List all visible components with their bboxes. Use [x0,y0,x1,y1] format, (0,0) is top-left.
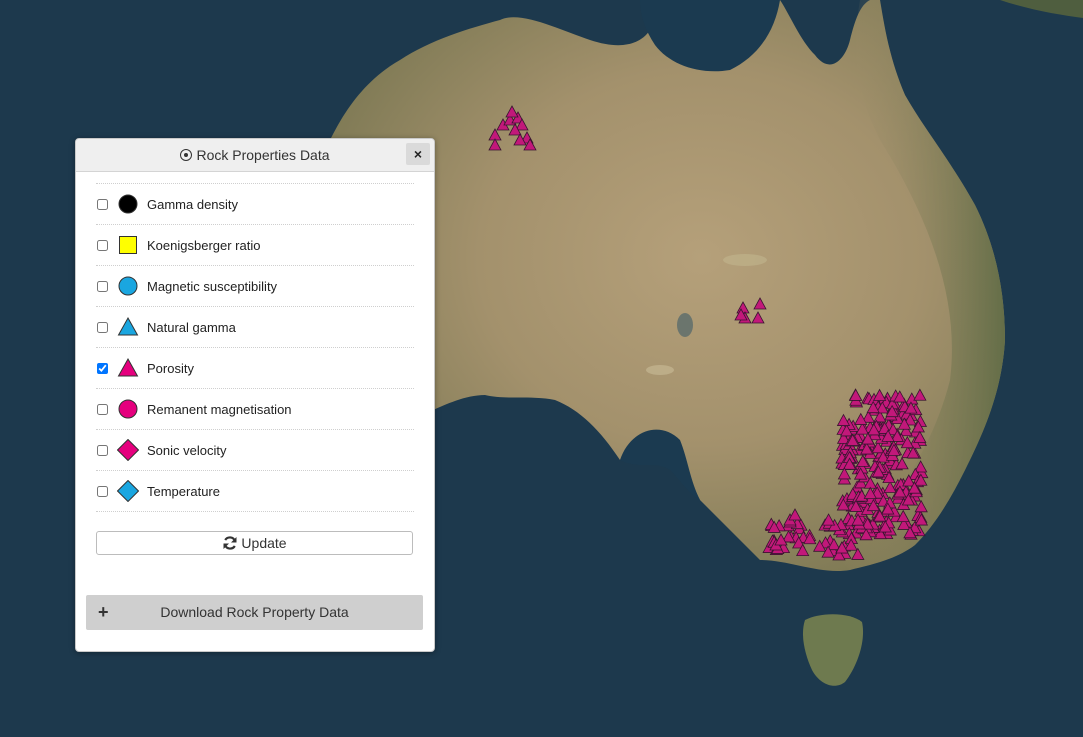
layer-row: Temperature [96,471,414,512]
magenta-circle-icon [117,398,139,420]
yellow-square-icon [117,234,139,256]
dot-circle-icon [180,149,193,161]
layer-label: Gamma density [147,196,239,212]
layer-label: Sonic velocity [147,442,227,458]
download-label: Download Rock Property Data [160,604,349,620]
magenta-diamond-icon [117,439,139,461]
layer-row: Remanent magnetisation [96,389,414,430]
layer-list: Gamma density Koenigsberger ratio Magnet… [96,183,414,512]
layer-row: Gamma density [96,184,414,225]
layer-checkbox[interactable] [97,239,108,251]
layer-row: Natural gamma [96,307,414,348]
update-label: Update [241,535,287,551]
panel-header: Rock Properties Data × [76,139,434,172]
download-button[interactable]: + Download Rock Property Data [86,595,423,630]
layer-label: Koenigsberger ratio [147,237,261,253]
layer-row: Porosity [96,348,414,389]
layer-checkbox[interactable] [97,444,108,456]
blue-circle-icon [117,275,139,297]
layer-checkbox[interactable] [97,198,108,210]
layer-label: Temperature [147,483,220,499]
update-button[interactable]: Update [96,531,413,555]
magenta-triangle-icon [117,357,139,379]
blue-triangle-icon [117,316,139,338]
layer-label: Natural gamma [147,319,236,335]
layer-row: Sonic velocity [96,430,414,471]
layer-row: Koenigsberger ratio [96,225,414,266]
blue-diamond-icon [117,480,139,502]
layer-checkbox[interactable] [97,362,108,374]
layer-label: Magnetic susceptibility [147,278,278,294]
refresh-icon [223,536,237,550]
plus-icon: + [98,602,109,622]
rock-properties-panel: Rock Properties Data × Gamma density Koe… [75,138,435,652]
layer-checkbox[interactable] [97,485,108,497]
layer-row: Magnetic susceptibility [96,266,414,307]
panel-title: Rock Properties Data [196,147,330,163]
close-button[interactable]: × [406,143,430,165]
layer-checkbox[interactable] [97,280,108,292]
layer-checkbox[interactable] [97,403,108,415]
layer-label: Remanent magnetisation [147,401,292,417]
layer-label: Porosity [147,360,194,376]
black-circle-icon [117,193,139,215]
layer-checkbox[interactable] [97,321,108,333]
